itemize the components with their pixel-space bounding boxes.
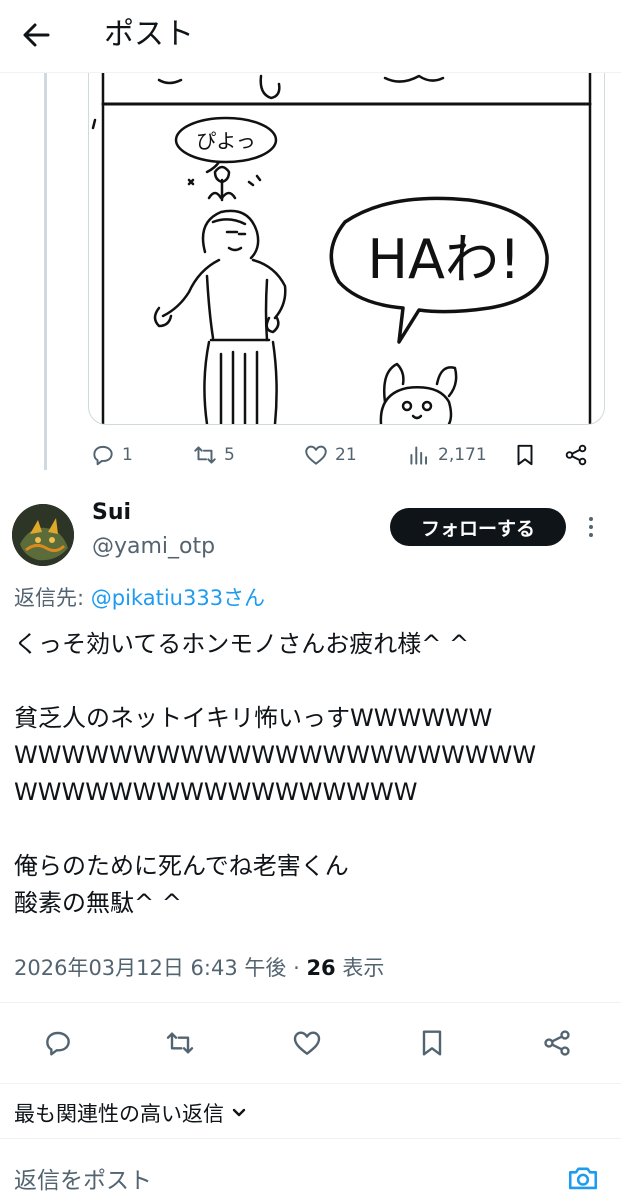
post-media-image[interactable]: ぴよっ HAわ! [88,72,605,425]
heart-icon [305,445,327,465]
share-icon [565,444,587,466]
post-body-text: くっそ効いてるホンモノさんお疲れ様^ ^ 貧乏人のネットイキリ怖いっすWWWWW… [14,630,537,917]
reply-to-prefix: 返信先: [14,586,91,610]
share-button[interactable] [563,432,589,478]
repost-button[interactable]: 5 [192,432,235,478]
main-share-button[interactable] [541,1027,573,1059]
main-reply-button[interactable] [42,1027,74,1059]
main-like-button[interactable] [291,1027,323,1059]
bookmark-button[interactable] [512,432,538,478]
author-handle[interactable]: @yami_otp [92,534,215,559]
arrow-left-icon [23,23,50,47]
main-bookmark-button[interactable] [416,1027,448,1059]
reply-sort-dropdown[interactable]: 最も関連性の高い返信 [14,1098,248,1128]
thread-connector-line [44,72,47,470]
view-count: 2,171 [438,445,487,465]
bookmark-icon [517,444,533,466]
camera-button[interactable] [566,1161,600,1195]
more-vertical-icon [589,517,593,537]
bubble-small-text: ぴよっ [196,129,255,153]
author-name[interactable]: Sui [92,500,131,525]
repost-count: 5 [224,445,235,465]
reply-sort-label: 最も関連性の高い返信 [14,1102,224,1126]
camera-icon [568,1167,598,1190]
reply-icon [93,445,113,466]
chevron-down-icon [232,1108,246,1117]
repost-icon [194,446,216,464]
repost-icon [166,1032,194,1054]
main-repost-button[interactable] [164,1027,196,1059]
meta-separator: · [286,956,307,980]
avatar-image [12,504,74,566]
reply-count: 1 [122,445,133,465]
views-button[interactable]: 2,171 [406,432,487,478]
bookmark-icon [422,1030,442,1056]
heart-icon [293,1031,321,1055]
post-view-count: 26 [306,956,336,980]
post-views-label: 表示 [335,956,385,980]
post-meta: 2026年03月12日 6:43 午後 · 26 表示 [14,952,384,982]
reply-icon [46,1031,70,1056]
back-button[interactable] [16,14,58,56]
reply-button[interactable]: 1 [90,432,133,478]
post-actions-bar [0,1002,621,1084]
compose-reply-bar: 返信をポスト [0,1138,621,1201]
reply-input[interactable]: 返信をポスト [14,1161,152,1195]
like-count: 21 [335,445,357,465]
post-timestamp[interactable]: 2026年03月12日 6:43 午後 [14,956,286,980]
avatar[interactable] [12,504,74,566]
top-bar: ポスト [0,0,621,73]
page-title: ポスト [104,17,194,52]
parent-post-actions: 1 5 21 2,171 [0,432,621,478]
reply-to-line: 返信先: @pikatiu333さん [14,582,265,612]
author-row: Sui @yami_otp フォローする [0,496,621,574]
bubble-large-text: HAわ! [367,228,520,291]
more-options-button[interactable] [582,514,600,540]
views-icon [410,446,428,465]
share-icon [544,1030,570,1056]
manga-illustration: ぴよっ HAわ! [91,72,592,424]
reply-to-mention-link[interactable]: @pikatiu333さん [91,586,265,610]
follow-button[interactable]: フォローする [390,508,566,546]
like-button[interactable]: 21 [303,432,357,478]
